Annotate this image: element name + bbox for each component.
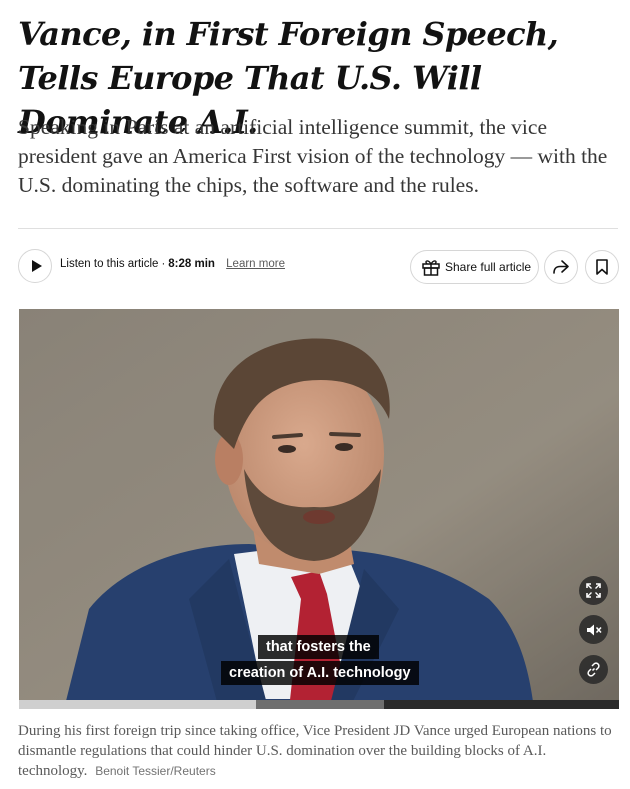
listen-label: Listen to this article: [60, 258, 159, 270]
share-arrow-icon: [553, 260, 569, 274]
share-label: Share full article: [445, 260, 532, 274]
header-divider: [18, 228, 618, 229]
audio-duration: 8:28 min: [168, 258, 215, 270]
video-progress-buffered: [256, 700, 384, 709]
bookmark-icon: [596, 259, 608, 275]
article-toolbar: Listen to this article · 8:28 min Learn mo…: [18, 249, 620, 285]
fullscreen-button[interactable]: [579, 576, 608, 605]
link-icon: [587, 662, 600, 677]
fullscreen-icon: [586, 583, 601, 598]
play-icon: [31, 260, 42, 272]
photo-credit: Benoit Tessier/Reuters: [95, 764, 216, 778]
listen-separator: ·: [161, 258, 166, 270]
photo-caption: During his first foreign trip since taki…: [18, 721, 618, 781]
video-progress-played: [19, 700, 256, 709]
share-button[interactable]: [544, 250, 578, 284]
learn-more-link[interactable]: Learn more: [226, 258, 285, 270]
video-subtitle-line2: creation of A.I. technology: [221, 661, 419, 685]
share-full-article-button[interactable]: Share full article: [410, 250, 539, 284]
play-audio-button[interactable]: [18, 249, 52, 283]
article-summary: Speaking in Paris at an artificial intel…: [18, 115, 608, 197]
listen-info: Listen to this article · 8:28 min Learn mo…: [60, 258, 285, 270]
video-progress-bar[interactable]: [19, 700, 619, 709]
mute-icon: [586, 624, 602, 635]
mute-button[interactable]: [579, 615, 608, 644]
save-article-button[interactable]: [585, 250, 619, 284]
gift-icon: [422, 260, 440, 276]
copy-link-button[interactable]: [579, 655, 608, 684]
video-subtitle-line1: that fosters the: [258, 635, 379, 659]
video-player[interactable]: that fosters the creation of A.I. techno…: [19, 309, 619, 709]
